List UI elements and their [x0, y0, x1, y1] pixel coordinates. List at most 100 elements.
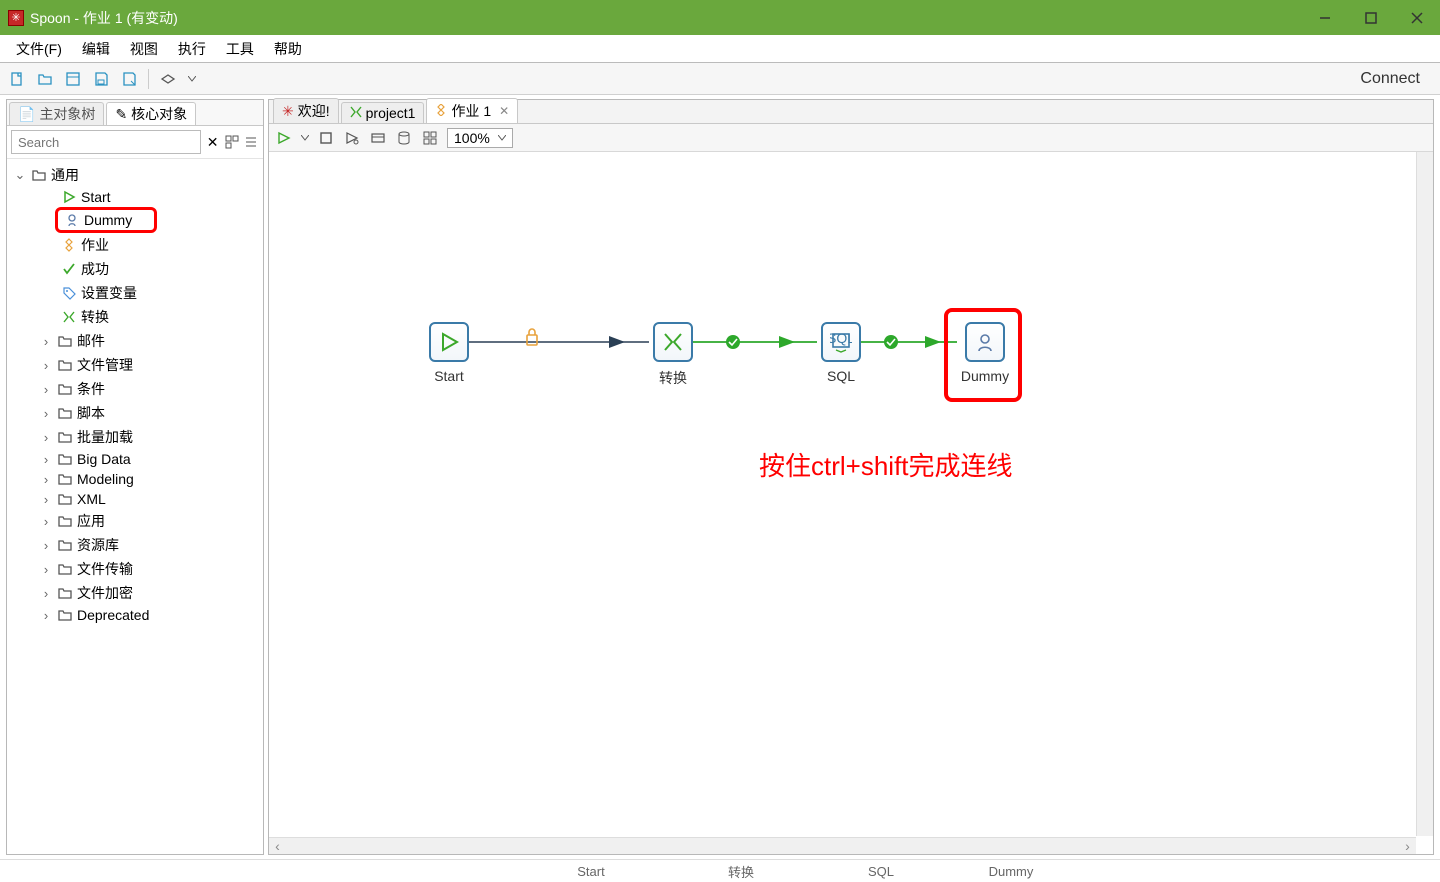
stop-icon[interactable] [317, 129, 335, 147]
job-icon [61, 237, 77, 253]
toolbar-divider [148, 69, 149, 89]
footer-start: Start [516, 864, 666, 879]
tree-deprecated[interactable]: ›Deprecated [9, 605, 261, 625]
open-file-icon[interactable] [36, 70, 54, 88]
tree-apps[interactable]: ›应用 [9, 509, 261, 533]
tab-project1[interactable]: project1 [341, 102, 425, 123]
folder-icon [31, 167, 47, 183]
save-as-icon[interactable] [120, 70, 138, 88]
tab-welcome[interactable]: ✳ 欢迎! [273, 98, 339, 123]
footer-transform: 转换 [666, 862, 816, 881]
collapse-all-icon[interactable] [244, 133, 259, 151]
play-icon [61, 189, 77, 205]
scroll-right-icon[interactable]: › [1399, 838, 1416, 855]
tree-bigdata-label: Big Data [77, 451, 131, 467]
footer-bar: Start 转换 SQL Dummy [0, 859, 1440, 882]
tree-dummy[interactable]: Dummy [55, 207, 157, 233]
sql-icon[interactable] [369, 129, 387, 147]
tree-scripting[interactable]: ›脚本 [9, 401, 261, 425]
menu-file[interactable]: 文件(F) [6, 35, 72, 63]
minimize-button[interactable] [1302, 0, 1348, 35]
menu-edit[interactable]: 编辑 [72, 35, 120, 63]
tree-icon: 📄 [18, 106, 35, 123]
tree-transform[interactable]: 转换 [9, 305, 261, 329]
menu-tools[interactable]: 工具 [216, 35, 264, 63]
tree-mail[interactable]: ›邮件 [9, 329, 261, 353]
tab-welcome-label: 欢迎! [298, 101, 330, 121]
menu-help[interactable]: 帮助 [264, 35, 312, 63]
tree-setvar-label: 设置变量 [81, 283, 137, 303]
close-tab-icon[interactable]: ✕ [499, 104, 509, 118]
new-file-icon[interactable] [8, 70, 26, 88]
perspective-icon[interactable] [159, 70, 177, 88]
node-sql[interactable]: SQL SQL [817, 322, 865, 384]
node-start[interactable]: Start [425, 322, 473, 384]
snap-grid-icon[interactable] [421, 129, 439, 147]
footer-sql: SQL [816, 864, 946, 879]
menu-view[interactable]: 视图 [120, 35, 168, 63]
search-input[interactable] [11, 130, 201, 154]
tree-encryption-label: 文件加密 [77, 583, 133, 603]
zoom-select[interactable]: 100% [447, 128, 513, 148]
tree-success-label: 成功 [81, 259, 109, 279]
horizontal-scrollbar[interactable]: ‹ › [269, 837, 1416, 854]
folder-icon [57, 491, 73, 507]
expand-all-icon[interactable] [224, 133, 239, 151]
tree-general[interactable]: ⌄ 通用 [9, 163, 261, 187]
canvas[interactable]: Start 转换 SQL SQL Dummy [269, 152, 1433, 854]
tab-main-tree[interactable]: 📄 主对象树 [9, 102, 104, 125]
tree-modeling-label: Modeling [77, 471, 134, 487]
chevron-right-icon: › [39, 492, 53, 507]
tree-bigdata[interactable]: ›Big Data [9, 449, 261, 469]
node-sql-label: SQL [817, 368, 865, 384]
tree-filemgmt-label: 文件管理 [77, 355, 133, 375]
clear-search-icon[interactable]: ✕ [205, 133, 220, 151]
maximize-button[interactable] [1348, 0, 1394, 35]
transform-icon [350, 105, 362, 121]
tree-encryption[interactable]: ›文件加密 [9, 581, 261, 605]
tree-filetransfer[interactable]: ›文件传输 [9, 557, 261, 581]
folder-icon [57, 561, 73, 577]
footer-dummy: Dummy [946, 864, 1076, 879]
explore-icon[interactable] [64, 70, 82, 88]
chevron-right-icon: › [39, 608, 53, 623]
menubar: 文件(F) 编辑 视图 执行 工具 帮助 [0, 35, 1440, 63]
run-icon[interactable] [275, 129, 293, 147]
chevron-right-icon: › [39, 334, 53, 349]
tree-repository[interactable]: ›资源库 [9, 533, 261, 557]
run-dropdown-icon[interactable] [301, 129, 309, 147]
tab-job1[interactable]: 作业 1 ✕ [426, 98, 518, 123]
connect-link[interactable]: Connect [1360, 70, 1432, 88]
vertical-scrollbar[interactable] [1416, 152, 1433, 836]
folder-icon [57, 471, 73, 487]
tree-scripting-label: 脚本 [77, 403, 105, 423]
transform-icon [61, 309, 77, 325]
svg-text:SQL: SQL [830, 331, 852, 346]
tree-setvar[interactable]: 设置变量 [9, 281, 261, 305]
node-start-label: Start [425, 368, 473, 384]
tree-dummy-label: Dummy [84, 212, 132, 228]
node-transform[interactable]: 转换 [649, 322, 697, 388]
tree-transform-label: 转换 [81, 307, 109, 327]
close-button[interactable] [1394, 0, 1440, 35]
tree-conditions[interactable]: ›条件 [9, 377, 261, 401]
chevron-down-icon: ⌄ [13, 167, 27, 183]
menu-action[interactable]: 执行 [168, 35, 216, 63]
tab-core-objects[interactable]: ✎ 核心对象 [106, 102, 196, 125]
scroll-left-icon[interactable]: ‹ [269, 838, 286, 855]
perspective-dropdown-icon[interactable] [187, 70, 197, 88]
object-tree: ⌄ 通用 Start Dummy 作业 成功 设置变量 [7, 159, 263, 854]
pencil-icon: ✎ [115, 106, 127, 123]
folder-icon [57, 381, 73, 397]
tree-start[interactable]: Start [9, 187, 261, 207]
explore-db-icon[interactable] [395, 129, 413, 147]
tree-xml[interactable]: ›XML [9, 489, 261, 509]
tree-modeling[interactable]: ›Modeling [9, 469, 261, 489]
replay-icon[interactable] [343, 129, 361, 147]
save-icon[interactable] [92, 70, 110, 88]
tree-bulkload[interactable]: ›批量加载 [9, 425, 261, 449]
tree-job[interactable]: 作业 [9, 233, 261, 257]
app-icon: ✳ [282, 103, 294, 120]
tree-filemgmt[interactable]: ›文件管理 [9, 353, 261, 377]
tree-success[interactable]: 成功 [9, 257, 261, 281]
